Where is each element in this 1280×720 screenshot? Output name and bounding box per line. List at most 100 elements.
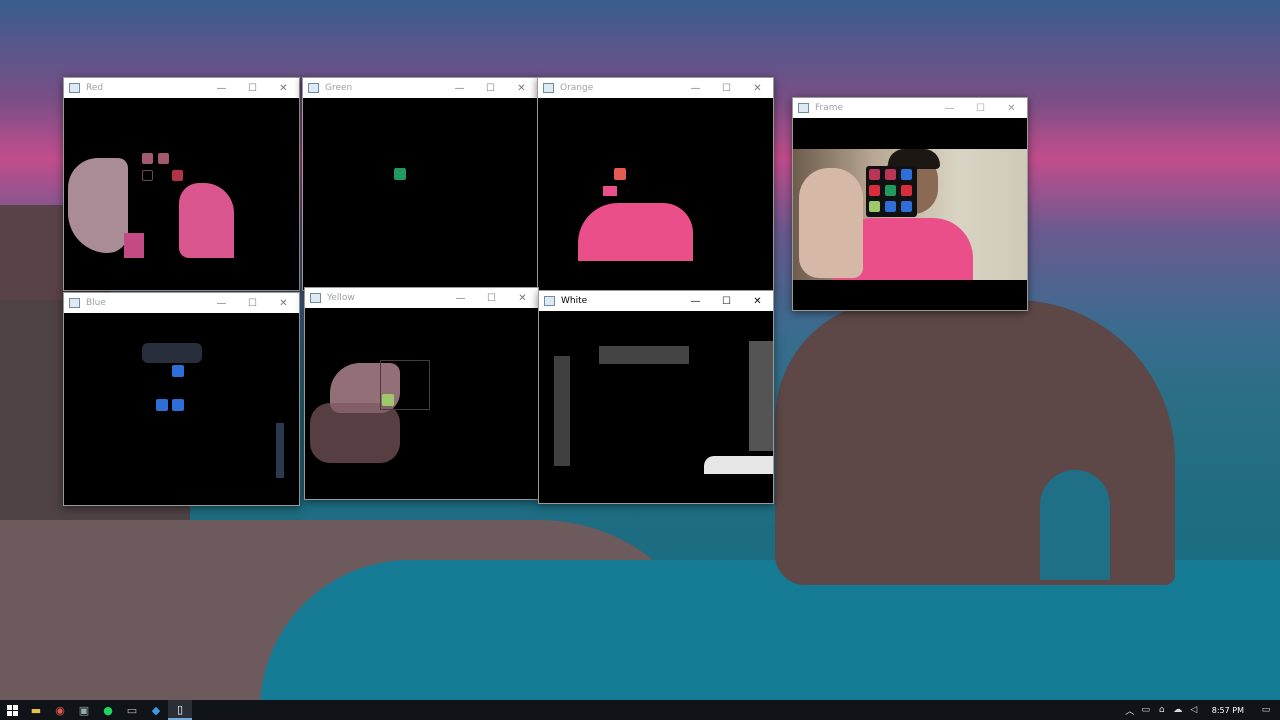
window-title-orange: Orange xyxy=(560,83,594,93)
titlebar-white[interactable]: White — ☐ ✕ xyxy=(539,291,773,311)
cube-cell xyxy=(869,185,880,196)
minimize-button[interactable]: — xyxy=(680,78,711,98)
wallpaper-arch-opening xyxy=(1040,470,1110,580)
close-button[interactable]: ✕ xyxy=(742,291,773,311)
cube-cell xyxy=(901,201,912,212)
window-green[interactable]: Green — ☐ ✕ xyxy=(302,77,538,291)
window-app-icon xyxy=(544,296,555,306)
red-mask-cube-cell xyxy=(142,170,153,181)
cube-cell xyxy=(869,169,880,180)
blue-mask-noise xyxy=(142,343,202,363)
close-button[interactable]: ✕ xyxy=(506,78,537,98)
windows-logo-icon xyxy=(6,704,18,716)
orange-mask-cube-cell xyxy=(614,168,626,180)
maximize-button[interactable]: ☐ xyxy=(475,78,506,98)
titlebar-yellow[interactable]: Yellow — ☐ ✕ xyxy=(305,288,538,308)
close-button[interactable]: ✕ xyxy=(996,98,1027,118)
yellow-mask-hand xyxy=(310,403,400,463)
cube-cell xyxy=(869,201,880,212)
window-app-icon xyxy=(543,83,554,93)
file-explorer-icon[interactable]: ▬ xyxy=(24,700,48,720)
window-title-blue: Blue xyxy=(86,298,106,308)
network-icon[interactable]: ⌂ xyxy=(1154,705,1170,715)
red-mask-edge xyxy=(124,233,144,258)
webcam-person-hand xyxy=(799,168,863,278)
close-button[interactable]: ✕ xyxy=(268,78,299,98)
chrome-icon[interactable]: ◉ xyxy=(48,700,72,720)
cube-cell xyxy=(901,169,912,180)
white-mask-view xyxy=(539,311,773,503)
close-button[interactable]: ✕ xyxy=(742,78,773,98)
window-app-icon xyxy=(798,103,809,113)
red-mask-cube-cell xyxy=(142,153,153,164)
white-mask-desk xyxy=(704,456,773,474)
system-tray: ︿ ▭ ⌂ ☁ ◁ 8:57 PM ▭ xyxy=(1122,700,1280,720)
notepad-icon[interactable]: ▯ xyxy=(168,700,192,720)
window-title-frame: Frame xyxy=(815,103,844,113)
close-button[interactable]: ✕ xyxy=(507,288,538,308)
window-yellow[interactable]: Yellow — ☐ ✕ xyxy=(304,287,539,500)
rubiks-cube xyxy=(866,166,917,217)
show-hidden-icons-chevron-icon[interactable]: ︿ xyxy=(1122,704,1138,717)
orange-mask-shirt xyxy=(578,203,693,261)
window-title-green: Green xyxy=(325,83,353,93)
minimize-button[interactable]: — xyxy=(444,78,475,98)
titlebar-frame[interactable]: Frame — ☐ ✕ xyxy=(793,98,1027,118)
close-button[interactable]: ✕ xyxy=(268,293,299,313)
orange-mask-fragment xyxy=(603,186,617,196)
minimize-button[interactable]: — xyxy=(445,288,476,308)
vscode-icon[interactable]: ◆ xyxy=(144,700,168,720)
yellow-mask-view xyxy=(305,308,538,499)
window-app-icon xyxy=(308,83,319,93)
cube-cell xyxy=(885,201,896,212)
window-blue[interactable]: Blue — ☐ ✕ xyxy=(63,292,300,506)
window-title-yellow: Yellow xyxy=(327,293,355,303)
taskbar-clock[interactable]: 8:57 PM xyxy=(1212,706,1244,715)
window-red[interactable]: Red — ☐ ✕ xyxy=(63,77,300,291)
network-app-icon[interactable]: ▣ xyxy=(72,700,96,720)
windows-start-icon[interactable] xyxy=(0,700,24,720)
maximize-button[interactable]: ☐ xyxy=(711,78,742,98)
minimize-button[interactable]: — xyxy=(206,293,237,313)
onedrive-icon[interactable]: ☁ xyxy=(1170,705,1186,715)
window-frame[interactable]: Frame — ☐ ✕ xyxy=(792,97,1028,311)
maximize-button[interactable]: ☐ xyxy=(476,288,507,308)
red-mask-cube-cell xyxy=(158,153,169,164)
blue-mask-cube-cell xyxy=(172,399,184,411)
red-mask-view xyxy=(64,98,299,290)
blue-mask-cube-cell xyxy=(172,365,184,377)
maximize-button[interactable]: ☐ xyxy=(237,78,268,98)
green-mask-view xyxy=(303,98,537,290)
window-app-icon xyxy=(69,83,80,93)
window-title-white: White xyxy=(561,296,588,306)
titlebar-red[interactable]: Red — ☐ ✕ xyxy=(64,78,299,98)
titlebar-green[interactable]: Green — ☐ ✕ xyxy=(303,78,537,98)
wallpaper-rock-arch xyxy=(775,300,1175,585)
titlebar-orange[interactable]: Orange — ☐ ✕ xyxy=(538,78,773,98)
spotify-icon[interactable]: ● xyxy=(96,700,120,720)
window-orange[interactable]: Orange — ☐ ✕ xyxy=(537,77,774,291)
orange-mask-view xyxy=(538,98,773,290)
battery-icon[interactable]: ▭ xyxy=(1138,705,1154,715)
minimize-button[interactable]: — xyxy=(680,291,711,311)
terminal-icon[interactable]: ▭ xyxy=(120,700,144,720)
notification-center-icon[interactable]: ▭ xyxy=(1258,705,1274,715)
window-title-red: Red xyxy=(86,83,104,93)
webcam-frame-view xyxy=(793,118,1027,310)
minimize-button[interactable]: — xyxy=(206,78,237,98)
minimize-button[interactable]: — xyxy=(934,98,965,118)
maximize-button[interactable]: ☐ xyxy=(237,293,268,313)
red-mask-arm xyxy=(68,158,128,253)
window-white[interactable]: White — ☐ ✕ xyxy=(538,290,774,504)
red-mask-shirt xyxy=(179,183,234,258)
cube-cell xyxy=(901,185,912,196)
volume-icon[interactable]: ◁ xyxy=(1186,705,1202,715)
titlebar-blue[interactable]: Blue — ☐ ✕ xyxy=(64,293,299,313)
blue-mask-cube-cell xyxy=(156,399,168,411)
maximize-button[interactable]: ☐ xyxy=(711,291,742,311)
yellow-mask-cube-outline xyxy=(380,360,430,410)
red-mask-cube-cell xyxy=(172,170,183,181)
window-app-icon xyxy=(69,298,80,308)
cube-cell xyxy=(885,169,896,180)
maximize-button[interactable]: ☐ xyxy=(965,98,996,118)
